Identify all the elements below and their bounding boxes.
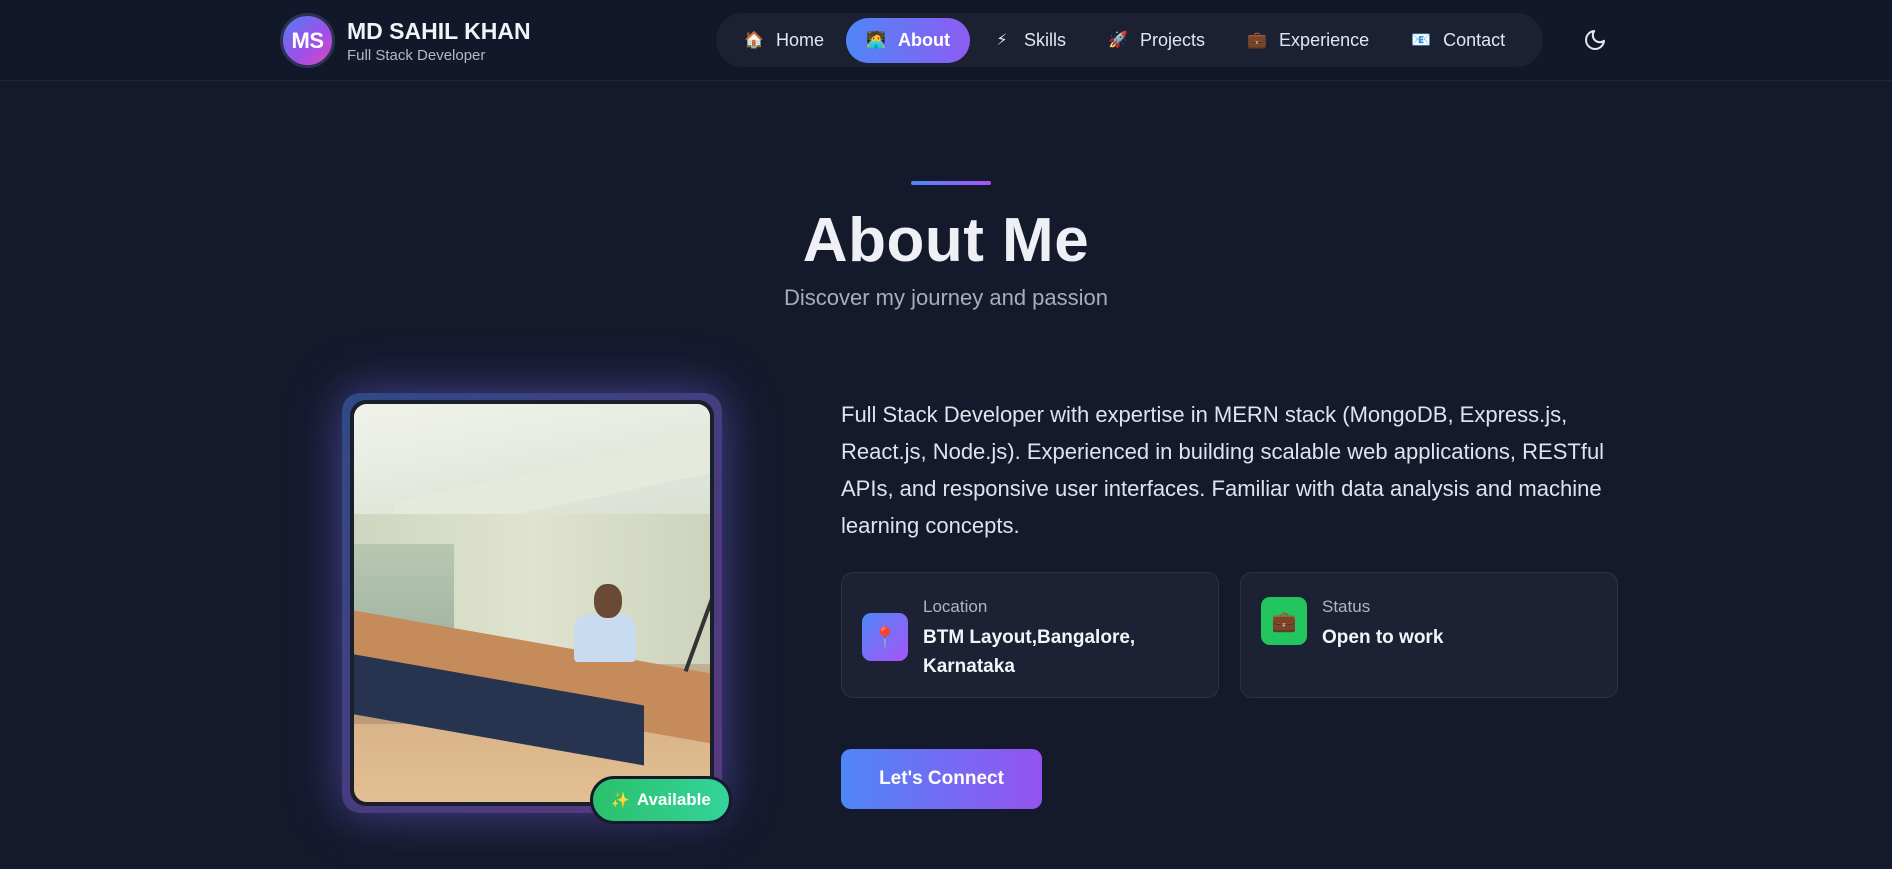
moon-icon xyxy=(1585,30,1605,50)
lets-connect-button[interactable]: Let's Connect xyxy=(841,749,1042,809)
nav-item-skills[interactable]: ⚡ Skills xyxy=(972,18,1086,63)
rocket-icon: 🚀 xyxy=(1108,32,1128,49)
nav-item-projects[interactable]: 🚀 Projects xyxy=(1088,18,1225,63)
main-nav: 🏠 Home 🧑‍💻 About ⚡ Skills 🚀 Projects 💼 E… xyxy=(716,13,1543,67)
nav-item-label: Home xyxy=(776,29,825,50)
status-card: 💼 Status Open to work xyxy=(1240,572,1618,698)
profile-photo-inner xyxy=(350,400,714,806)
status-value: Open to work xyxy=(1322,627,1444,648)
nav-item-label: Skills xyxy=(1024,29,1067,50)
brand-name[interactable]: MD SAHIL KHAN xyxy=(347,17,531,45)
map-pin-icon: 📍 xyxy=(862,613,908,661)
available-badge: ✨ Available xyxy=(590,776,732,824)
home-icon: 🏠 xyxy=(744,32,764,49)
available-badge-label: Available xyxy=(636,790,711,809)
nav-item-home[interactable]: 🏠 Home xyxy=(724,18,844,63)
briefcase-icon: 💼 xyxy=(1247,32,1267,49)
nav-item-label: Experience xyxy=(1279,29,1370,50)
brand[interactable]: MS MD SAHIL KHAN Full Stack Developer xyxy=(280,13,531,68)
brand-tagline: Full Stack Developer xyxy=(347,47,486,64)
photo-person-body xyxy=(574,614,636,662)
brand-text: MD SAHIL KHAN Full Stack Developer xyxy=(347,17,531,64)
profile-photo-frame xyxy=(342,393,722,813)
bio-text: Full Stack Developer with expertise in M… xyxy=(841,402,1605,538)
location-value: BTM Layout,Bangalore, Karnataka xyxy=(923,627,1136,677)
nav-item-experience[interactable]: 💼 Experience xyxy=(1227,18,1389,63)
site-header: MS MD SAHIL KHAN Full Stack Developer 🏠 … xyxy=(0,0,1892,81)
profile-photo xyxy=(354,404,710,802)
nav-item-contact[interactable]: 📧 Contact xyxy=(1391,18,1525,63)
envelope-icon: 📧 xyxy=(1411,32,1432,49)
page-subtitle: Discover my journey and passion xyxy=(783,285,1109,310)
title-accent-line xyxy=(911,181,991,185)
nav-item-label: Contact xyxy=(1443,29,1506,50)
lightning-icon: ⚡ xyxy=(996,32,1008,49)
theme-toggle-button[interactable] xyxy=(1580,25,1610,55)
person-icon: 🧑‍💻 xyxy=(866,32,886,49)
page-title: About Me xyxy=(802,206,1090,275)
location-card: 📍 Location BTM Layout,Bangalore, Karnata… xyxy=(841,572,1219,698)
avatar[interactable]: MS xyxy=(280,13,335,68)
photo-person-head xyxy=(594,584,622,618)
location-label: Location xyxy=(923,597,988,616)
nav-item-label: Projects xyxy=(1140,29,1206,50)
briefcase-icon: 💼 xyxy=(1261,597,1307,645)
nav-item-about[interactable]: 🧑‍💻 About xyxy=(846,17,970,63)
nav-item-label: About xyxy=(898,29,950,50)
sparkles-icon: ✨ xyxy=(611,792,630,809)
status-label: Status xyxy=(1322,597,1371,616)
